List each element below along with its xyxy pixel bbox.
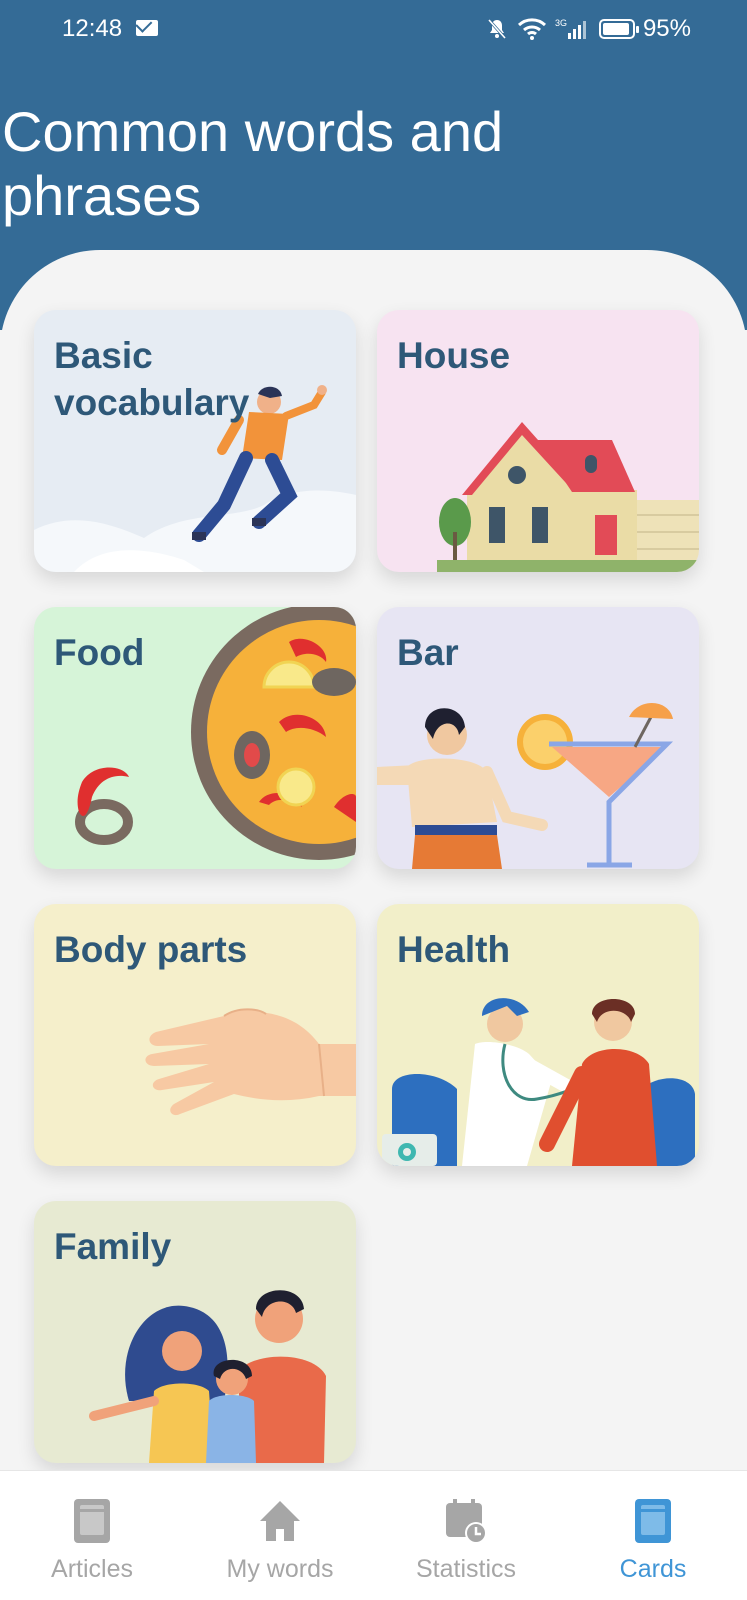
card-title: Health: [397, 929, 511, 970]
cards-panel: Basic vocabulary House Food Bar Body par…: [0, 250, 747, 1470]
battery-percent: 95%: [642, 15, 691, 42]
card-title: Basic vocabulary: [54, 335, 250, 423]
card-food[interactable]: Food: [34, 607, 356, 869]
book-icon: [74, 1499, 110, 1543]
tab-articles[interactable]: Articles: [2, 1471, 182, 1600]
mail-icon: [136, 20, 158, 36]
card-house[interactable]: House: [377, 310, 699, 572]
3g-signal-icon: 3G: [555, 18, 586, 39]
tab-label: Statistics: [415, 1555, 517, 1583]
battery-icon: [598, 19, 639, 39]
tab-my-words[interactable]: My words: [190, 1471, 370, 1600]
bottom-tab-bar: Articles My words Statistics Cards: [0, 1470, 747, 1600]
card-title: Body parts: [54, 929, 248, 970]
card-title: Family: [54, 1226, 172, 1267]
tab-cards[interactable]: Cards: [563, 1471, 743, 1600]
wifi-icon: [517, 18, 546, 40]
bell-muted-icon: [487, 19, 507, 39]
card-basic-vocabulary[interactable]: Basic vocabulary: [34, 310, 356, 572]
card-book-icon: [635, 1499, 671, 1543]
status-bar: 12:48 3G 95%: [0, 0, 747, 60]
svg-text:3G: 3G: [555, 18, 567, 28]
tab-label: Cards: [619, 1555, 687, 1583]
card-body-parts[interactable]: Body parts: [34, 904, 356, 1166]
status-icons: 3G 95%: [485, 15, 691, 43]
card-family[interactable]: Family: [34, 1201, 356, 1463]
card-title: House: [397, 335, 511, 376]
tab-label: My words: [226, 1555, 334, 1583]
calendar-clock-icon: [446, 1499, 487, 1544]
tab-label: Articles: [51, 1555, 133, 1583]
card-health[interactable]: Health: [377, 904, 699, 1166]
tab-statistics[interactable]: Statistics: [376, 1471, 556, 1600]
card-bar[interactable]: Bar: [377, 607, 699, 869]
card-title: Bar: [397, 632, 459, 673]
home-icon: [260, 1501, 300, 1541]
page-title: Common words and phrases: [2, 100, 504, 227]
card-title: Food: [54, 632, 145, 673]
status-time: 12:48: [62, 15, 123, 42]
